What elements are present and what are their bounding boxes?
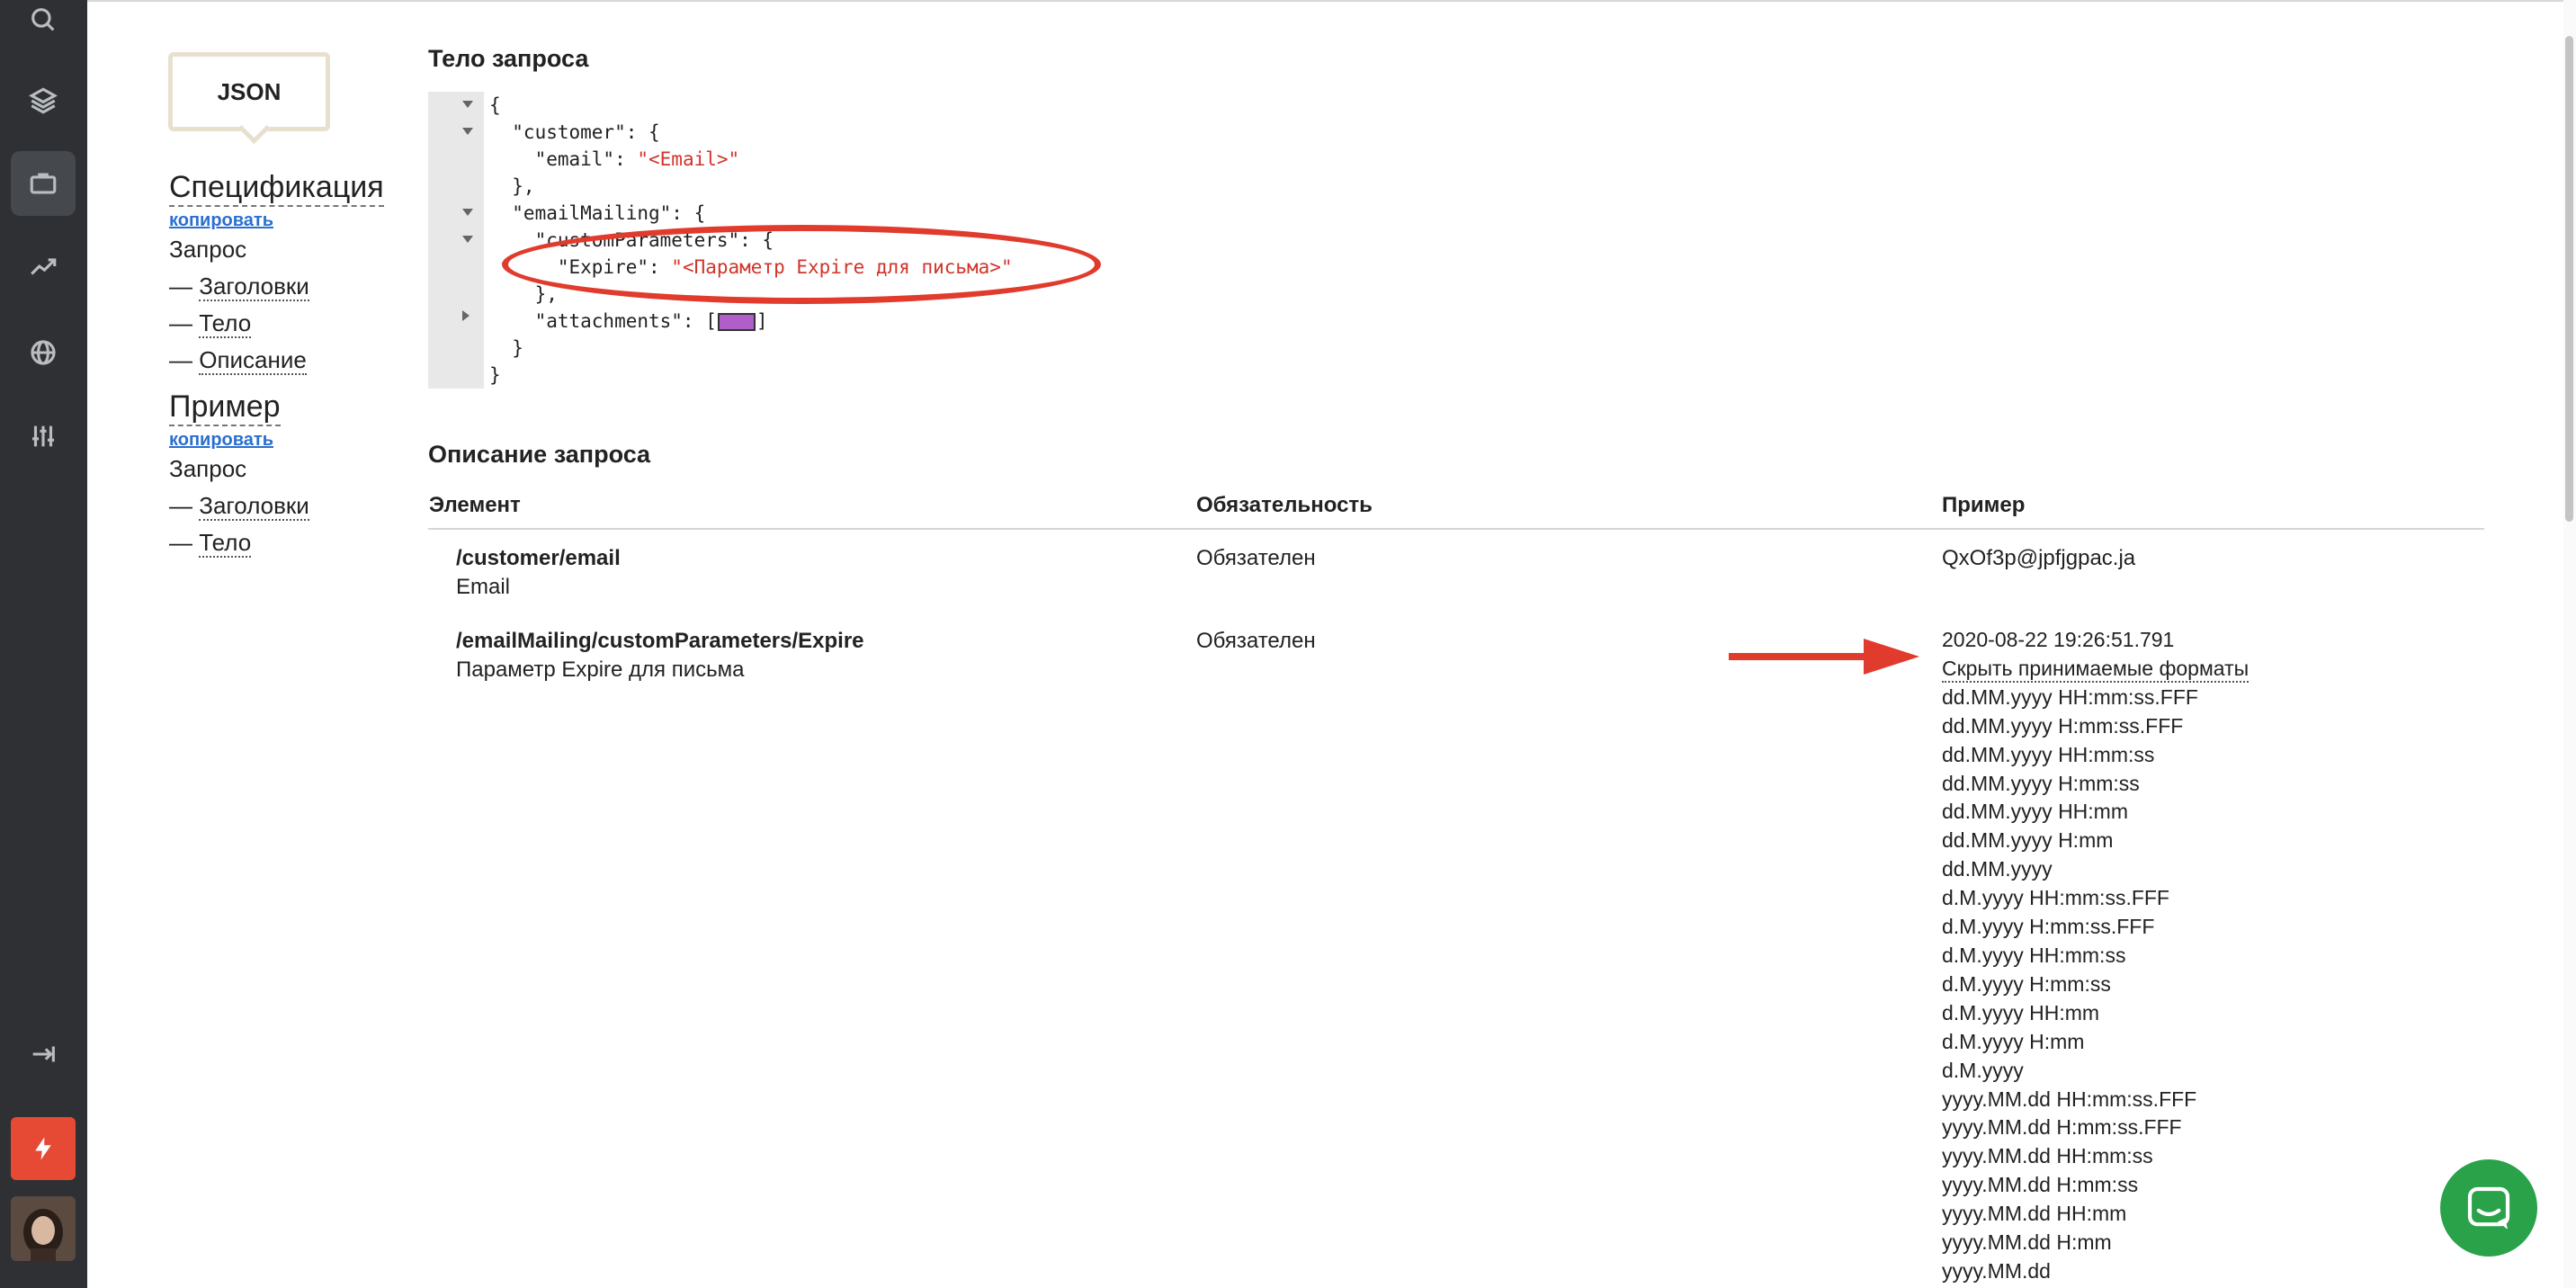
analytics-button[interactable] <box>11 234 76 299</box>
format-item: dd.MM.yyyy H:mm <box>1942 828 2114 853</box>
briefcase-icon <box>30 173 57 194</box>
spec-copy-link[interactable]: копировать <box>169 210 384 231</box>
request-body-title: Тело запроса <box>428 45 589 72</box>
user-photo-icon <box>11 1196 76 1261</box>
format-item: yyyy.MM.dd HH:mm:ss.FFF <box>1942 1087 2197 1111</box>
settings-sliders-button[interactable] <box>11 404 76 469</box>
format-item: d.M.yyyy HH:mm <box>1942 1000 2100 1024</box>
example-nav-item-headers[interactable]: — Заголовки <box>169 487 309 524</box>
required-value: Обязателен <box>1196 546 1316 570</box>
format-item: dd.MM.yyyy HH:mm:ss.FFF <box>1942 684 2198 709</box>
element-path: /customer/email <box>456 546 621 570</box>
code-line: }, <box>489 175 535 197</box>
json-badge: JSON <box>168 52 330 131</box>
format-item: d.M.yyyy H:mm:ss <box>1942 971 2111 996</box>
spec-nav-item-body[interactable]: — Тело <box>169 305 384 342</box>
hide-formats-toggle[interactable]: Скрыть принимаемые форматы <box>1942 656 2250 683</box>
format-item: dd.MM.yyyy H:mm:ss.FFF <box>1942 713 2184 738</box>
required-value: Обязателен <box>1196 629 1316 653</box>
spec-heading[interactable]: Спецификация <box>169 169 384 207</box>
highlight-ellipse <box>502 225 1101 304</box>
globe-button[interactable] <box>11 320 76 385</box>
column-header-element: Элемент <box>429 493 521 517</box>
column-header-example: Пример <box>1942 493 2026 517</box>
format-item: d.M.yyyy <box>1942 1058 2024 1082</box>
code-line: } <box>489 364 501 386</box>
trend-icon <box>31 258 57 275</box>
format-item: d.M.yyyy H:mm:ss.FFF <box>1942 915 2155 939</box>
format-item: dd.MM.yyyy HH:mm <box>1942 800 2128 824</box>
example-heading[interactable]: Пример <box>169 389 281 426</box>
briefcase-button[interactable] <box>11 151 76 216</box>
format-item: yyyy.MM.dd H:mm <box>1942 1230 2112 1255</box>
format-item: d.M.yyyy HH:mm:ss.FFF <box>1942 886 2169 910</box>
column-header-required: Обязательность <box>1196 493 1373 517</box>
sliders-icon <box>31 425 55 447</box>
top-border <box>87 0 2576 2</box>
fold-toggle-root[interactable] <box>462 101 473 108</box>
format-item: dd.MM.yyyy <box>1942 857 2053 881</box>
format-item: yyyy.MM.dd HH:mm:ss <box>1942 1144 2153 1168</box>
format-item: dd.MM.yyyy H:mm:ss <box>1942 771 2140 795</box>
element-desc: Параметр Expire для письма <box>456 657 745 682</box>
code-line: "emailMailing": { <box>489 202 706 224</box>
left-rail <box>0 0 87 1288</box>
element-desc: Email <box>456 575 511 599</box>
format-item: yyyy.MM.dd H:mm:ss <box>1942 1173 2139 1197</box>
logout-button[interactable] <box>11 1022 76 1087</box>
code-line: "attachments": [] <box>489 310 768 332</box>
example-formats: 2020-08-22 19:26:51.791 Скрыть принимаем… <box>1942 626 2250 1286</box>
example-request-label: Запрос <box>169 455 247 482</box>
code-line: "customer": { <box>489 121 660 143</box>
example-copy-link[interactable]: копировать <box>169 430 309 451</box>
example-nav-item-body[interactable]: — Тело <box>169 524 309 561</box>
chat-button[interactable] <box>2440 1159 2537 1257</box>
format-item: yyyy.MM.dd H:mm:ss.FFF <box>1942 1115 2182 1140</box>
scrollbar-thumb[interactable] <box>2565 36 2573 522</box>
format-item: d.M.yyyy H:mm <box>1942 1029 2085 1053</box>
code-line: { <box>489 94 501 116</box>
collapsed-array-chip[interactable] <box>717 313 756 331</box>
fold-toggle-customer[interactable] <box>462 128 473 135</box>
code-line: "email": "<Email>" <box>489 148 740 170</box>
lightning-icon <box>35 1137 51 1160</box>
code-gutter <box>428 92 484 389</box>
table-row: /customer/email Email <box>456 544 621 602</box>
scrollbar[interactable] <box>2563 0 2576 1288</box>
layers-button[interactable] <box>11 68 76 133</box>
arrow-annotation <box>1729 639 1919 675</box>
avatar[interactable] <box>11 1196 76 1261</box>
format-item: yyyy.MM.dd HH:mm <box>1942 1202 2127 1226</box>
example-value: QxOf3p@jpfjgpac.ja <box>1942 546 2136 570</box>
logout-icon <box>32 1046 55 1062</box>
fold-toggle-attachments[interactable] <box>462 310 470 321</box>
example-value: 2020-08-22 19:26:51.791 <box>1942 628 2175 651</box>
fold-toggle-customparameters[interactable] <box>462 236 473 243</box>
quick-action-button[interactable] <box>11 1117 76 1180</box>
element-path: /emailMailing/customParameters/Expire <box>456 629 864 653</box>
spec-request-label: Запрос <box>169 236 247 263</box>
format-item: d.M.yyyy HH:mm:ss <box>1942 943 2126 967</box>
table-row: /emailMailing/customParameters/Expire Па… <box>456 627 864 684</box>
search-button[interactable] <box>11 0 76 52</box>
example-nav: Пример копировать Запрос — Заголовки — Т… <box>169 389 309 561</box>
layers-icon <box>29 87 58 114</box>
spec-nav-item-description[interactable]: — Описание <box>169 342 384 379</box>
table-header-divider <box>428 528 2484 530</box>
request-description-title: Описание запроса <box>428 441 651 468</box>
globe-icon <box>31 340 56 365</box>
spec-nav-item-headers[interactable]: — Заголовки <box>169 268 384 305</box>
format-list: dd.MM.yyyy HH:mm:ss.FFF dd.MM.yyyy H:mm:s… <box>1942 684 2249 1286</box>
code-line: } <box>489 337 523 359</box>
format-item: yyyy.MM.dd <box>1942 1258 2051 1283</box>
format-item: dd.MM.yyyy HH:mm:ss <box>1942 742 2155 766</box>
chat-icon <box>2467 1186 2510 1230</box>
fold-toggle-emailmailing[interactable] <box>462 209 473 216</box>
spec-nav: Спецификация копировать Запрос — Заголов… <box>169 169 384 379</box>
search-icon <box>31 8 55 31</box>
